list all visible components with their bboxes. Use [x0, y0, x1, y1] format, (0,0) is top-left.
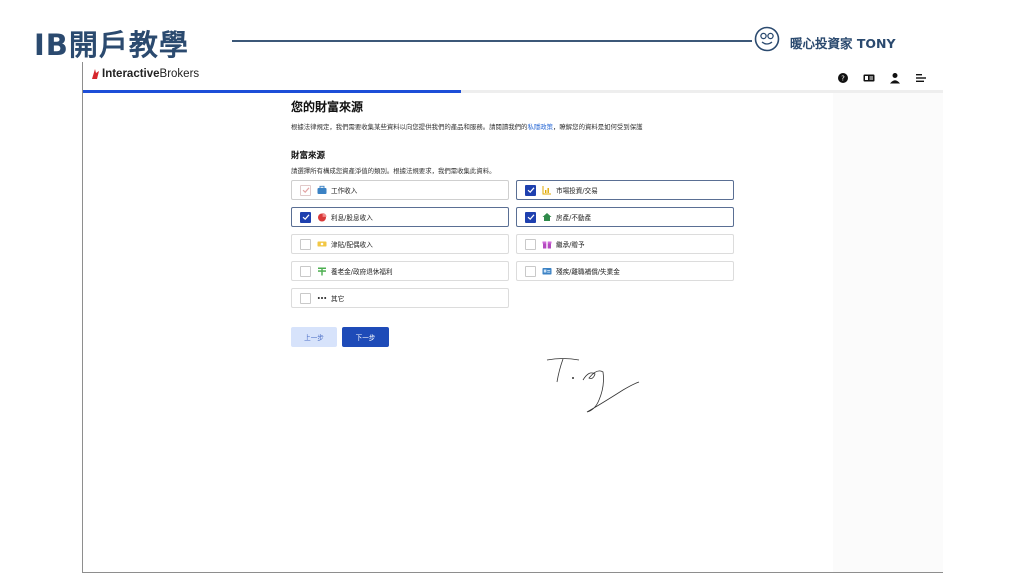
option-money[interactable]: 津貼/配偶收入 [291, 234, 509, 254]
option-card[interactable]: 殘疾/離職補償/失業金 [516, 261, 734, 281]
checkbox[interactable] [525, 238, 536, 250]
slide-divider [232, 40, 752, 42]
ib-flame-icon [92, 69, 99, 79]
section-title: 財富來源 [291, 151, 326, 161]
privacy-policy-link[interactable]: 私隱政策 [527, 123, 553, 131]
checkbox[interactable] [300, 265, 311, 277]
option-pension[interactable]: 養老金/政府退休福利 [291, 261, 509, 281]
top-bar: InteractiveBrokers ? [83, 62, 943, 91]
option-briefcase[interactable]: 工作收入 [291, 180, 509, 200]
handwritten-signature [546, 358, 640, 413]
checkbox[interactable] [525, 184, 536, 196]
card-icon [542, 266, 552, 276]
logo-bold-text: Interactive [102, 68, 160, 80]
checkbox[interactable] [300, 238, 311, 250]
pension-icon [317, 266, 327, 276]
option-label: 繼承/贈予 [556, 241, 585, 249]
nav-buttons: 上一步 下一步 [291, 327, 389, 347]
option-label: 其它 [331, 295, 345, 303]
interactive-brokers-logo[interactable]: InteractiveBrokers [91, 68, 199, 80]
brand-logo-icon [754, 26, 780, 52]
svg-text:?: ? [841, 75, 845, 83]
help-icon[interactable]: ? [837, 69, 849, 83]
slide-title: IB開戶教學 [34, 28, 189, 62]
more-icon [317, 293, 327, 303]
logo-regular-text: Brokers [159, 68, 200, 80]
briefcase-icon [317, 185, 327, 195]
menu-icon[interactable] [915, 69, 927, 82]
legal-notice: 根據法律規定，我們需要收集某些資料以向您提供我們的產品和服務。請閱讀我們的私隱政… [291, 122, 751, 131]
progress-bar-fill [83, 90, 462, 93]
progress-bar [83, 90, 943, 93]
option-label: 工作收入 [331, 187, 358, 195]
option-pie-chart[interactable]: 利息/股息收入 [291, 207, 509, 227]
option-label: 市場投資/交易 [556, 187, 598, 195]
chart-icon [542, 185, 552, 195]
checkbox[interactable] [300, 184, 311, 196]
legal-suffix: ，瞭解您的資料是如何受到保護 [553, 123, 643, 131]
id-card-icon[interactable] [863, 69, 875, 82]
house-icon [542, 212, 552, 222]
right-margin [833, 92, 943, 572]
money-icon [317, 239, 327, 249]
user-icon[interactable] [889, 69, 901, 84]
option-label: 養老金/政府退休福利 [331, 268, 393, 276]
checkbox[interactable] [300, 292, 311, 304]
legal-prefix: 根據法律規定，我們需要收集某些資料以向您提供我們的產品和服務。請閱讀我們的 [291, 123, 528, 131]
checkbox[interactable] [300, 211, 311, 223]
top-icons: ? [837, 69, 927, 84]
option-label: 津貼/配偶收入 [331, 241, 373, 249]
checkbox[interactable] [525, 265, 536, 277]
next-button[interactable]: 下一步 [342, 327, 389, 347]
ib-window: InteractiveBrokers ? 您的財富來源 根據法律規定，我們需要收… [82, 62, 943, 573]
option-label: 利息/股息收入 [331, 214, 373, 222]
option-chart[interactable]: 市場投資/交易 [516, 180, 734, 200]
option-house[interactable]: 房產/不動產 [516, 207, 734, 227]
option-more[interactable]: 其它 [291, 288, 509, 308]
option-gift[interactable]: 繼承/贈予 [516, 234, 734, 254]
gift-icon [542, 239, 552, 249]
brand-name: 暖心投資家 TONY [790, 36, 896, 51]
section-description: 請選擇所有構成您資產淨值的類別。根據法規要求，我們需收集此資料。 [291, 167, 496, 175]
option-label: 殘疾/離職補償/失業金 [556, 268, 620, 276]
checkbox[interactable] [525, 211, 536, 223]
pie-chart-icon [317, 212, 327, 222]
page-title: 您的財富來源 [291, 100, 364, 114]
wealth-source-options: 工作收入 市場投資/交易利息/股息收入 房產/不動產津貼/配偶收入 繼承/贈予養老金/… [291, 180, 734, 308]
option-label: 房產/不動產 [556, 214, 592, 222]
previous-button[interactable]: 上一步 [291, 327, 337, 347]
form-content: 您的財富來源 根據法律規定，我們需要收集某些資料以向您提供我們的產品和服務。請閱… [291, 96, 751, 347]
